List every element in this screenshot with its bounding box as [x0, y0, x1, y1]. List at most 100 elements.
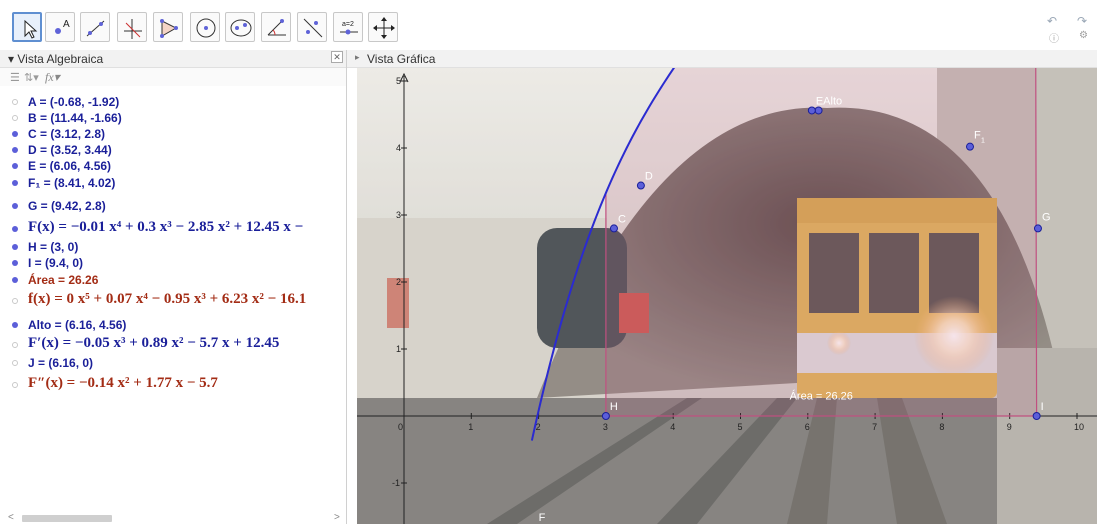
- view-divider[interactable]: [346, 50, 347, 524]
- polygon-icon: [160, 19, 178, 38]
- scroll-right-icon[interactable]: >: [334, 512, 340, 523]
- x-tick-label: 9: [1007, 422, 1012, 432]
- slider-icon: a=2: [340, 21, 358, 35]
- scroll-left-icon[interactable]: <: [8, 512, 14, 523]
- point-label: G: [1042, 211, 1051, 223]
- point-c: [609, 224, 618, 233]
- circle-tool-button[interactable]: [190, 12, 220, 42]
- y-tick-label: 2: [396, 277, 401, 287]
- settings-gear-icon[interactable]: ⚙: [1079, 30, 1088, 41]
- slider-tool-button[interactable]: a=2: [333, 12, 363, 42]
- y-tick-label: 5: [396, 76, 401, 86]
- cursor-arrow-icon: [24, 19, 38, 39]
- visibility-toggle[interactable]: [12, 322, 18, 328]
- x-tick-label: 5: [738, 422, 743, 432]
- y-tick-label: 4: [396, 143, 401, 153]
- line-icon: [86, 20, 105, 37]
- undo-icon[interactable]: ↶: [1047, 14, 1057, 28]
- point-alto: [814, 106, 823, 115]
- algebra-row-text[interactable]: B = (11.44, -1.66): [28, 111, 122, 125]
- line-tool-button[interactable]: [80, 12, 110, 42]
- visibility-toggle[interactable]: [12, 147, 18, 153]
- algebra-row-text[interactable]: f(x) = 0 x⁵ + 0.07 x⁴ − 0.95 x³ + 6.23 x…: [28, 291, 306, 308]
- sort-menu-icon[interactable]: ☰: [10, 71, 20, 84]
- point-d: [636, 181, 645, 190]
- visibility-toggle[interactable]: [12, 277, 18, 283]
- reflect-tool-button[interactable]: [297, 12, 327, 42]
- algebra-row-text[interactable]: E = (6.06, 4.56): [28, 159, 111, 173]
- visibility-toggle[interactable]: [12, 99, 18, 105]
- svg-text:A: A: [63, 19, 70, 30]
- point-f1: [965, 142, 974, 151]
- algebra-row-text[interactable]: C = (3.12, 2.8): [28, 127, 105, 141]
- point-label: I: [1041, 401, 1044, 413]
- algebra-row-text[interactable]: G = (9.42, 2.8): [28, 199, 106, 213]
- visibility-toggle[interactable]: [12, 115, 18, 121]
- point-tool-button[interactable]: A: [45, 12, 75, 42]
- point-g: [1033, 224, 1042, 233]
- function-label: F: [539, 512, 546, 524]
- graphics-view-toggle-icon[interactable]: ▸: [355, 52, 360, 63]
- conic-tool-button[interactable]: [225, 12, 255, 42]
- x-tick-label: 1: [468, 422, 473, 432]
- x-tick-label: 10: [1074, 422, 1084, 432]
- visibility-toggle[interactable]: [12, 342, 18, 348]
- algebra-row-text[interactable]: Alto = (6.16, 4.56): [28, 318, 126, 332]
- algebra-row-text[interactable]: F₁ = (8.41, 4.02): [28, 176, 115, 190]
- algebra-horizontal-scrollbar[interactable]: < >: [8, 512, 344, 523]
- x-tick-label: 0: [398, 422, 403, 432]
- angle-icon: [267, 19, 286, 36]
- algebra-row-text[interactable]: F″(x) = −0.14 x² + 1.77 x − 5.7: [28, 375, 218, 392]
- point-h: [601, 412, 610, 420]
- visibility-toggle[interactable]: [12, 298, 18, 304]
- move-view-tool-button[interactable]: [368, 12, 398, 42]
- help-icon[interactable]: ⓘ: [1049, 30, 1059, 45]
- input-mode-icon[interactable]: fx▾: [45, 70, 60, 85]
- redo-icon[interactable]: ↷: [1077, 14, 1087, 28]
- algebra-row-text[interactable]: Área = 26.26: [28, 273, 98, 287]
- algebra-row-text[interactable]: J = (6.16, 0): [28, 356, 93, 370]
- x-tick-label: 6: [805, 422, 810, 432]
- algebra-row-text[interactable]: A = (-0.68, -1.92): [28, 95, 119, 109]
- circle-icon: [196, 18, 216, 38]
- algebra-row-text[interactable]: I = (9.4, 0): [28, 256, 83, 270]
- visibility-toggle[interactable]: [12, 131, 18, 137]
- algebra-row-text[interactable]: H = (3, 0): [28, 240, 78, 254]
- x-tick-label: 4: [670, 422, 675, 432]
- svg-text:a=2: a=2: [342, 21, 354, 28]
- move-arrows-icon: [373, 17, 395, 39]
- point-label: D: [645, 171, 653, 183]
- x-tick-label: 3: [603, 422, 608, 432]
- point-e: [807, 106, 816, 115]
- y-tick-label: 1: [396, 344, 401, 354]
- algebra-row-text[interactable]: F(x) = −0.01 x⁴ + 0.3 x³ − 2.85 x² + 12.…: [28, 219, 303, 236]
- point-label-subscript: 1: [981, 138, 985, 145]
- visibility-toggle[interactable]: [12, 360, 18, 366]
- algebra-view-title[interactable]: ▾ Vista Algebraica: [8, 52, 103, 66]
- point-label: EAlto: [816, 95, 842, 107]
- visibility-toggle[interactable]: [12, 163, 18, 169]
- graphics-view-title[interactable]: Vista Gráfica: [367, 52, 435, 66]
- move-tool-button[interactable]: [12, 12, 42, 42]
- scroll-thumb[interactable]: [22, 515, 112, 522]
- visibility-toggle[interactable]: [12, 382, 18, 388]
- point-label: F: [974, 130, 981, 142]
- point-i: [1032, 412, 1041, 420]
- visibility-toggle[interactable]: [12, 226, 18, 232]
- area-region: [605, 68, 1038, 417]
- visibility-toggle[interactable]: [12, 260, 18, 266]
- graphics-canvas[interactable]: 0 1 2 3 4 5 6 7 8 9 10 -1 1 2 3 4 5 Área = 26.26 C D EAlto…: [357, 68, 1097, 524]
- angle-tool-button[interactable]: [261, 12, 291, 42]
- close-algebra-view-button[interactable]: ✕: [331, 51, 343, 63]
- algebra-row-text[interactable]: F′(x) = −0.05 x³ + 0.89 x² − 5.7 x + 12.…: [28, 335, 279, 352]
- algebra-row-text[interactable]: D = (3.52, 3.44): [28, 143, 112, 157]
- toolbar: Aa=2 ↶ ↷ ⓘ ⚙: [0, 0, 1097, 48]
- visibility-toggle[interactable]: [12, 180, 18, 186]
- perpendicular-tool-button[interactable]: [117, 12, 147, 42]
- visibility-toggle[interactable]: [12, 244, 18, 250]
- y-tick-label: 3: [396, 210, 401, 220]
- polygon-tool-button[interactable]: [153, 12, 183, 42]
- visibility-toggle[interactable]: [12, 203, 18, 209]
- sort-order-icon[interactable]: ⇅▾: [24, 71, 39, 84]
- graphics-view-header: [347, 50, 1097, 68]
